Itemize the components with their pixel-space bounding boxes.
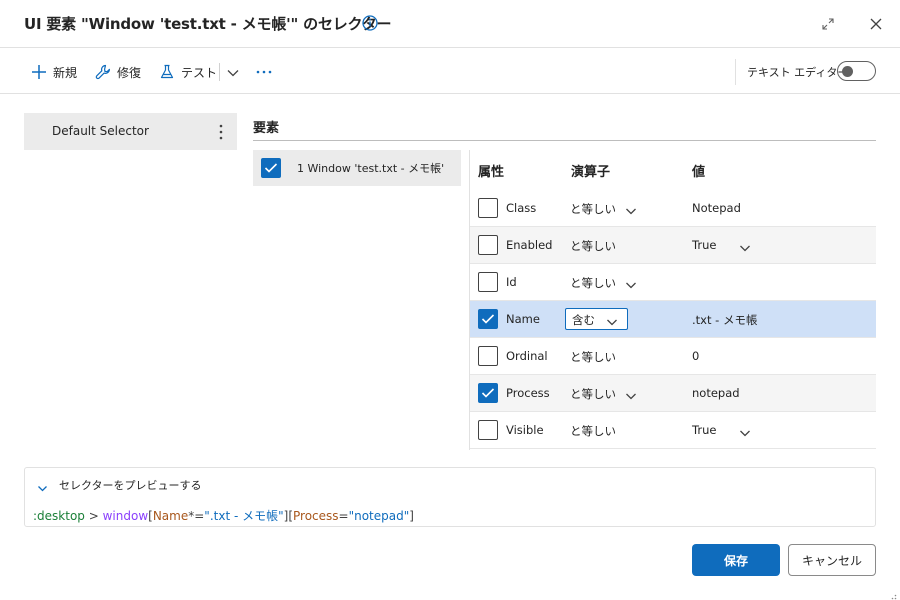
code-value: "notepad" [348,509,410,523]
attribute-checkbox[interactable] [478,420,498,440]
code-attr-name: Name [152,509,189,523]
attribute-row-visible[interactable]: Visible と等しい True [470,412,876,449]
attribute-checkbox[interactable] [478,383,498,403]
elements-title: 要素 [253,121,280,136]
more-options-icon[interactable] [255,63,273,81]
attribute-row-process[interactable]: Process と等しい notepad [470,375,876,412]
info-icon[interactable] [362,15,378,31]
operator-value[interactable]: と等しい [570,275,616,291]
code-op: *= [188,509,205,523]
repair-button-label: 修復 [117,65,142,80]
text-editor-label: テキスト エディター [747,66,849,79]
chevron-down-icon [606,313,618,326]
attribute-name: Id [506,275,517,289]
element-label: 1 Window 'test.txt - メモ帳' [297,162,445,175]
column-header-value: 値 [692,165,706,180]
chevron-down-icon[interactable] [739,424,751,437]
operator-value[interactable]: と等しい [570,386,616,402]
chevron-down-icon[interactable] [739,239,751,252]
new-button-label: 新規 [53,65,78,80]
selector-label: Default Selector [52,124,149,138]
toolbar-divider [735,59,736,85]
save-button[interactable]: 保存 [692,544,780,576]
column-header-attribute: 属性 [478,165,505,180]
attribute-checkbox[interactable] [478,272,498,292]
test-button[interactable]: テスト [159,62,217,82]
chevron-down-icon[interactable] [625,387,637,400]
attribute-checkbox[interactable] [478,346,498,366]
elements-divider [253,140,876,141]
element-item[interactable]: 1 Window 'test.txt - メモ帳' [253,150,461,186]
flask-icon [160,64,174,79]
attribute-row-name[interactable]: Name 含む .txt - メモ帳 [470,301,876,338]
code-attr-process: Process [293,509,339,523]
element-checkbox[interactable] [261,158,281,178]
attribute-row-id[interactable]: Id と等しい [470,264,876,301]
preview-code: :desktop > window[Name*=".txt - メモ帳"][Pr… [33,507,414,524]
attribute-row-enabled[interactable]: Enabled と等しい True [470,227,876,264]
header-divider [0,47,900,48]
attribute-value: Notepad [692,201,741,215]
test-dropdown-chevron-icon[interactable] [226,65,240,79]
close-icon[interactable] [869,16,883,30]
operator-value[interactable]: と等しい [570,423,616,439]
column-header-operator: 演算子 [571,165,611,180]
selector-more-icon[interactable] [219,123,223,141]
cancel-button[interactable]: キャンセル [788,544,876,576]
attribute-name: Name [506,312,540,326]
code-value: ".txt - メモ帳" [204,509,284,523]
code-op: = [338,509,349,523]
attribute-name: Visible [506,423,544,437]
preview-toggle-label[interactable]: セレクターをプレビューする [59,477,202,493]
chevron-down-icon[interactable] [625,202,637,215]
chevron-down-icon[interactable] [625,276,637,289]
attribute-value[interactable]: True [692,423,716,437]
dialog-title: UI 要素 "Window 'test.txt - メモ帳'" のセレクター [24,15,392,33]
resize-grip-icon[interactable] [888,588,897,600]
code-desktop: :desktop [33,509,85,523]
operator-value: 含む [572,313,595,327]
code-window: window [102,509,149,523]
attribute-name: Ordinal [506,349,548,363]
attribute-name: Process [506,386,550,400]
wrench-icon [95,64,110,80]
attribute-checkbox[interactable] [478,309,498,329]
toolbar-separator [219,63,220,81]
toggle-knob [842,65,853,77]
attribute-value: notepad [692,386,740,400]
operator-value[interactable]: と等しい [570,201,616,217]
operator-value[interactable]: と等しい [570,349,616,365]
attribute-checkbox[interactable] [478,235,498,255]
attribute-value: 0 [692,349,700,363]
chevron-down-icon[interactable] [37,479,48,492]
attribute-value[interactable]: True [692,238,716,252]
test-button-label: テスト [181,65,218,80]
attribute-name: Enabled [506,238,553,252]
attribute-row-class[interactable]: Class と等しい Notepad [470,190,876,227]
attribute-name: Class [506,201,537,215]
expand-icon[interactable] [821,16,835,30]
operator-select[interactable]: 含む [565,308,628,330]
new-button[interactable]: 新規 [31,62,77,82]
toolbar-divider-bottom [0,93,900,94]
selector-item-default[interactable]: Default Selector [24,113,237,150]
operator-value[interactable]: と等しい [570,238,616,254]
code-gt: > [84,509,103,523]
plus-icon [32,65,46,79]
attribute-checkbox[interactable] [478,198,498,218]
attribute-row-ordinal[interactable]: Ordinal と等しい 0 [470,338,876,375]
selector-preview: セレクターをプレビューする :desktop > window[Name*=".… [24,467,876,527]
attribute-value: .txt - メモ帳 [692,313,758,327]
code-bracket: ] [409,509,414,523]
text-editor-toggle[interactable] [837,61,876,81]
repair-button[interactable]: 修復 [95,62,141,82]
